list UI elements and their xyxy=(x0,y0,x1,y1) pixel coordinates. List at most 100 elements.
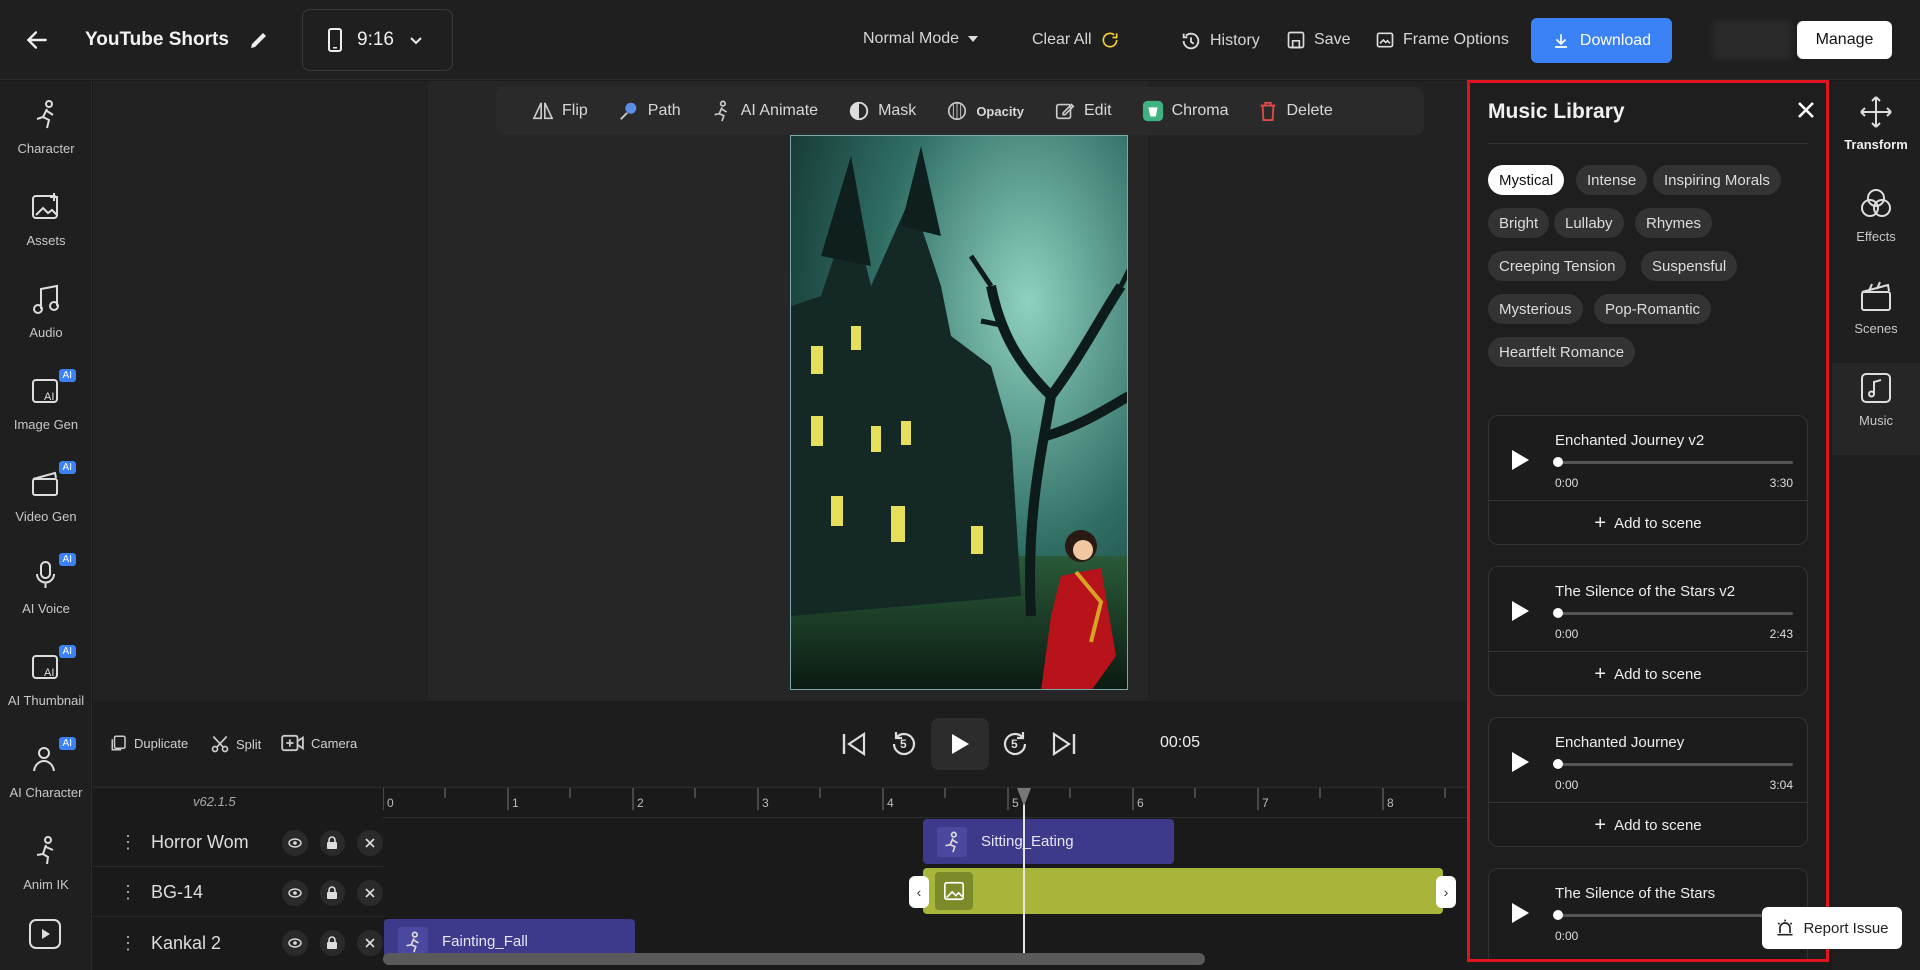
sidebar-item-anim-ik[interactable]: Anim IK xyxy=(0,817,92,909)
drag-handle-icon[interactable]: ⋮ xyxy=(119,882,137,903)
clear-all-button[interactable]: Clear All xyxy=(1032,30,1120,50)
edit-icon xyxy=(1054,100,1076,122)
sidebar-label: Image Gen xyxy=(13,417,79,432)
close-icon[interactable] xyxy=(357,879,383,906)
eye-icon[interactable] xyxy=(281,879,308,906)
sidebar-label: Effects xyxy=(1856,229,1896,244)
sidebar-item-music[interactable]: Music xyxy=(1832,363,1920,455)
time-ruler[interactable]: 0 1 2 3 4 5 6 7 8 xyxy=(383,788,1467,818)
sidebar-label: AI Voice xyxy=(22,601,70,616)
microphone-icon: AI xyxy=(26,553,76,595)
sidebar-label: Character xyxy=(17,141,75,156)
download-button[interactable]: Download xyxy=(1531,18,1672,63)
skip-to-start-icon[interactable] xyxy=(841,732,867,756)
chroma-button[interactable]: Chroma xyxy=(1142,100,1229,122)
copy-icon xyxy=(110,734,128,752)
save-button[interactable]: Save xyxy=(1286,30,1350,50)
track-row-bg-14[interactable]: ⋮ BG-14 xyxy=(93,869,383,917)
sidebar-item-audio[interactable]: Audio xyxy=(0,265,92,357)
split-button[interactable]: Split xyxy=(210,734,261,754)
back-arrow-icon[interactable] xyxy=(24,27,50,53)
timeline-scrollbar[interactable] xyxy=(383,953,1205,965)
playhead-handle[interactable] xyxy=(1017,788,1031,806)
sidebar-item-character[interactable]: Character xyxy=(0,81,92,173)
track-row-kankal-2[interactable]: ⋮ Kankal 2 xyxy=(93,919,383,967)
delete-button[interactable]: Delete xyxy=(1258,100,1333,122)
sidebar-label: AI Thumbnail xyxy=(7,693,85,708)
lock-icon[interactable] xyxy=(319,829,346,856)
playhead[interactable] xyxy=(1023,788,1025,958)
image-icon xyxy=(935,872,973,910)
clip-trim-left-handle[interactable]: ‹ xyxy=(909,876,929,908)
drag-handle-icon[interactable]: ⋮ xyxy=(119,832,137,853)
opacity-button[interactable]: Opacity xyxy=(946,100,1024,122)
clip-label: Fainting_Fall xyxy=(442,933,528,950)
close-icon[interactable] xyxy=(357,930,383,956)
ai-animate-label: AI Animate xyxy=(740,102,819,119)
person-sparkle-icon: AI xyxy=(26,737,76,779)
forward-5-icon[interactable]: 5 xyxy=(1001,730,1029,758)
ai-thumbnail-icon: AI AI xyxy=(26,645,76,687)
delete-label: Delete xyxy=(1286,102,1333,119)
track-row-horror-wom[interactable]: ⋮ Horror Wom xyxy=(93,819,383,867)
manage-button[interactable]: Manage xyxy=(1797,21,1892,59)
version-label: v62.1.5 xyxy=(193,794,236,809)
move-arrows-icon xyxy=(1859,95,1893,129)
sidebar-item-image-gen[interactable]: AI AI Image Gen xyxy=(0,357,92,449)
sidebar-item-effects[interactable]: Effects xyxy=(1832,187,1920,244)
lock-icon[interactable] xyxy=(319,930,346,956)
avatar[interactable] xyxy=(1712,20,1792,60)
running-figure-icon xyxy=(26,95,66,135)
close-icon[interactable] xyxy=(357,829,383,856)
timeline: v62.1.5 0 1 2 3 4 5 6 7 8 ⋮ Horror Wom ⋮… xyxy=(93,787,1467,970)
edit-button[interactable]: Edit xyxy=(1054,100,1112,122)
pencil-icon[interactable] xyxy=(247,28,271,52)
skip-to-end-icon[interactable] xyxy=(1051,732,1077,756)
ruler-tick-label: 6 xyxy=(1137,796,1144,810)
drag-handle-icon[interactable]: ⋮ xyxy=(119,933,137,954)
ai-animate-button[interactable]: AI Animate xyxy=(711,100,818,122)
track-name: Kankal 2 xyxy=(151,932,222,953)
duplicate-button[interactable]: Duplicate xyxy=(110,734,188,752)
timeline-clip-sitting-eating[interactable]: Sitting_Eating xyxy=(923,819,1174,864)
rewind-5-icon[interactable]: 5 xyxy=(890,730,918,758)
media-player-icon[interactable] xyxy=(28,916,62,950)
timeline-clip-bg-14[interactable] xyxy=(923,868,1443,914)
path-button[interactable]: Path xyxy=(618,100,681,122)
rewind-seconds: 5 xyxy=(900,737,907,751)
ruler-tick-label: 7 xyxy=(1262,796,1269,810)
camera-label: Camera xyxy=(311,735,358,751)
eye-icon[interactable] xyxy=(281,829,308,856)
ruler-tick-label: 1 xyxy=(512,796,519,810)
play-button[interactable] xyxy=(931,718,989,770)
sidebar-item-ai-character[interactable]: AI AI Character xyxy=(0,725,92,817)
edit-label: Edit xyxy=(1084,102,1112,119)
history-button[interactable]: History xyxy=(1180,30,1260,52)
sidebar-item-ai-thumbnail[interactable]: AI AI AI Thumbnail xyxy=(0,633,92,725)
clip-trim-right-handle[interactable]: › xyxy=(1436,876,1456,908)
camera-button[interactable]: Camera xyxy=(281,734,357,752)
mask-label: Mask xyxy=(878,102,917,119)
sidebar-label: Music xyxy=(1859,413,1893,428)
aspect-ratio-selector[interactable]: 9:16 xyxy=(302,9,453,71)
mode-dropdown[interactable]: Normal Mode xyxy=(863,30,979,48)
frame-options-button[interactable]: Frame Options xyxy=(1375,30,1509,50)
lock-icon[interactable] xyxy=(319,879,346,906)
sidebar-item-assets[interactable]: Assets xyxy=(0,173,92,265)
flip-label: Flip xyxy=(562,102,588,119)
scene-preview[interactable] xyxy=(790,135,1128,690)
sidebar-item-video-gen[interactable]: AI Video Gen xyxy=(0,449,92,541)
music-folder-icon xyxy=(1859,371,1893,405)
frame-options-label: Frame Options xyxy=(1403,31,1509,48)
sidebar-item-scenes[interactable]: Scenes xyxy=(1832,279,1920,336)
flip-button[interactable]: Flip xyxy=(532,101,588,121)
sidebar-item-transform[interactable]: Transform xyxy=(1832,95,1920,152)
sidebar-label: Scenes xyxy=(1854,321,1898,336)
chroma-label: Chroma xyxy=(1171,102,1229,119)
sidebar-item-ai-voice[interactable]: AI AI Voice xyxy=(0,541,92,633)
sidebar-label: Video Gen xyxy=(15,509,77,524)
play-icon xyxy=(949,732,971,756)
mask-button[interactable]: Mask xyxy=(848,100,916,122)
report-issue-button[interactable]: Report Issue xyxy=(1762,907,1902,949)
eye-icon[interactable] xyxy=(281,930,308,956)
